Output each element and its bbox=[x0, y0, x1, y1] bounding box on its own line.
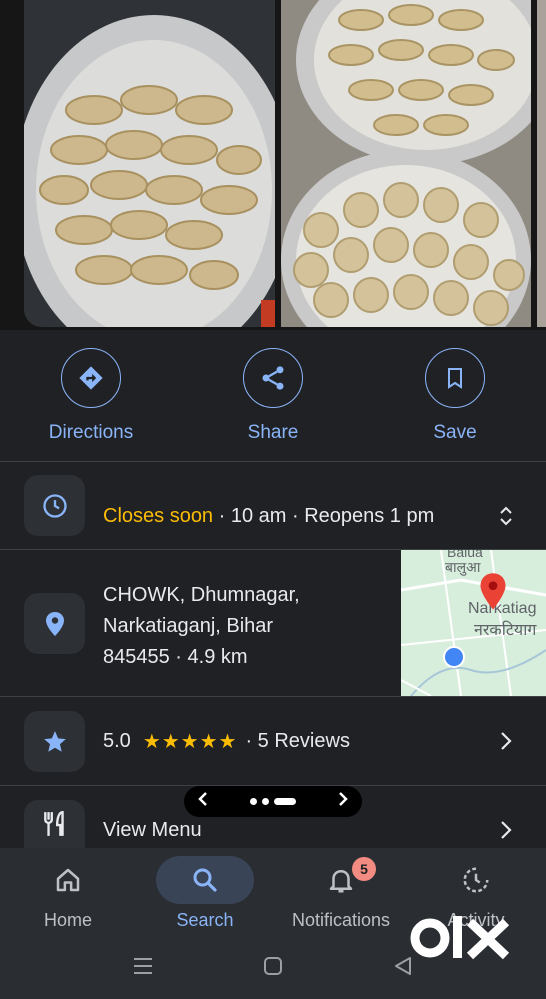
view-menu-label: View Menu bbox=[103, 819, 202, 841]
hours-row[interactable]: Closes soon · 10 am · Reopens 1 pm bbox=[0, 462, 546, 549]
share-icon bbox=[243, 348, 303, 408]
star-icon bbox=[24, 711, 85, 772]
rating-row[interactable]: 5.0 ★★★★★ · 5 Reviews bbox=[0, 697, 546, 785]
chevron-right-icon[interactable] bbox=[500, 820, 512, 845]
address-line-3: 845455 · 4.9 km bbox=[103, 646, 248, 668]
home-button-icon[interactable] bbox=[263, 956, 283, 981]
hours-detail: · 10 am · Reopens 1 pm bbox=[213, 505, 435, 527]
momos-photo-3[interactable] bbox=[537, 0, 546, 327]
hours-status: Closes soon bbox=[103, 505, 214, 527]
map-pin-icon bbox=[478, 572, 508, 617]
address-text: CHOWK, Dhumnagar, Narkatiaganj, Bihar 84… bbox=[103, 580, 393, 673]
bookmark-icon bbox=[425, 348, 485, 408]
save-label: Save bbox=[433, 422, 477, 443]
rating-stars: ★★★★★ bbox=[142, 731, 238, 753]
map-label-narkatiaganj-hindi: नरकटियाग bbox=[474, 622, 537, 639]
notification-badge: 5 bbox=[352, 857, 376, 881]
restaurant-icon bbox=[24, 800, 85, 848]
place-actions: Directions Share Save bbox=[0, 330, 546, 461]
clock-icon bbox=[24, 475, 85, 536]
activity-icon bbox=[406, 855, 546, 905]
momos-photo-1[interactable] bbox=[24, 0, 275, 327]
share-label: Share bbox=[247, 422, 299, 443]
page-indicator bbox=[250, 798, 296, 805]
back-icon[interactable] bbox=[393, 956, 413, 981]
hours-text: Closes soon · 10 am · Reopens 1 pm bbox=[103, 505, 434, 528]
chevron-left-icon[interactable] bbox=[198, 791, 208, 812]
search-icon bbox=[156, 856, 254, 904]
nav-notifications[interactable]: 5 Notifications bbox=[271, 848, 411, 931]
system-navigation-bar bbox=[0, 946, 546, 986]
chevron-right-icon[interactable] bbox=[500, 731, 512, 756]
nav-search-label: Search bbox=[176, 910, 234, 930]
bell-icon: 5 bbox=[271, 855, 411, 905]
home-icon bbox=[0, 855, 138, 905]
rating-value: 5.0 bbox=[103, 730, 131, 752]
expand-icon[interactable] bbox=[498, 504, 514, 533]
map-thumbnail[interactable]: Balua बालुआ Narkatiag नरकटियाग bbox=[401, 550, 546, 696]
rating-summary: 5.0 ★★★★★ · 5 Reviews bbox=[103, 729, 350, 754]
page-navigator bbox=[184, 786, 362, 817]
location-pin-icon bbox=[24, 593, 85, 654]
nav-search[interactable]: Search bbox=[135, 848, 275, 931]
nav-notifications-label: Notifications bbox=[291, 910, 391, 930]
address-line-1: CHOWK, Dhumnagar, bbox=[103, 584, 300, 606]
address-row[interactable]: CHOWK, Dhumnagar, Narkatiaganj, Bihar 84… bbox=[0, 550, 546, 696]
directions-icon bbox=[61, 348, 121, 408]
directions-button[interactable]: Directions bbox=[21, 348, 161, 444]
nav-home-label: Home bbox=[43, 910, 92, 930]
chevron-right-icon[interactable] bbox=[338, 791, 348, 812]
reviews-count: · 5 Reviews bbox=[245, 730, 350, 752]
search-icon-wrap bbox=[135, 855, 275, 905]
save-button[interactable]: Save bbox=[385, 348, 525, 444]
photo-carousel[interactable] bbox=[0, 0, 546, 330]
map-label-balua-hindi: बालुआ bbox=[445, 559, 481, 575]
momos-photo-2[interactable] bbox=[281, 0, 531, 327]
recent-apps-icon[interactable] bbox=[133, 956, 153, 981]
nav-home[interactable]: Home bbox=[0, 848, 138, 931]
share-button[interactable]: Share bbox=[203, 348, 343, 444]
current-location-dot bbox=[443, 646, 465, 668]
address-line-2: Narkatiaganj, Bihar bbox=[103, 615, 274, 637]
directions-label: Directions bbox=[48, 422, 134, 443]
